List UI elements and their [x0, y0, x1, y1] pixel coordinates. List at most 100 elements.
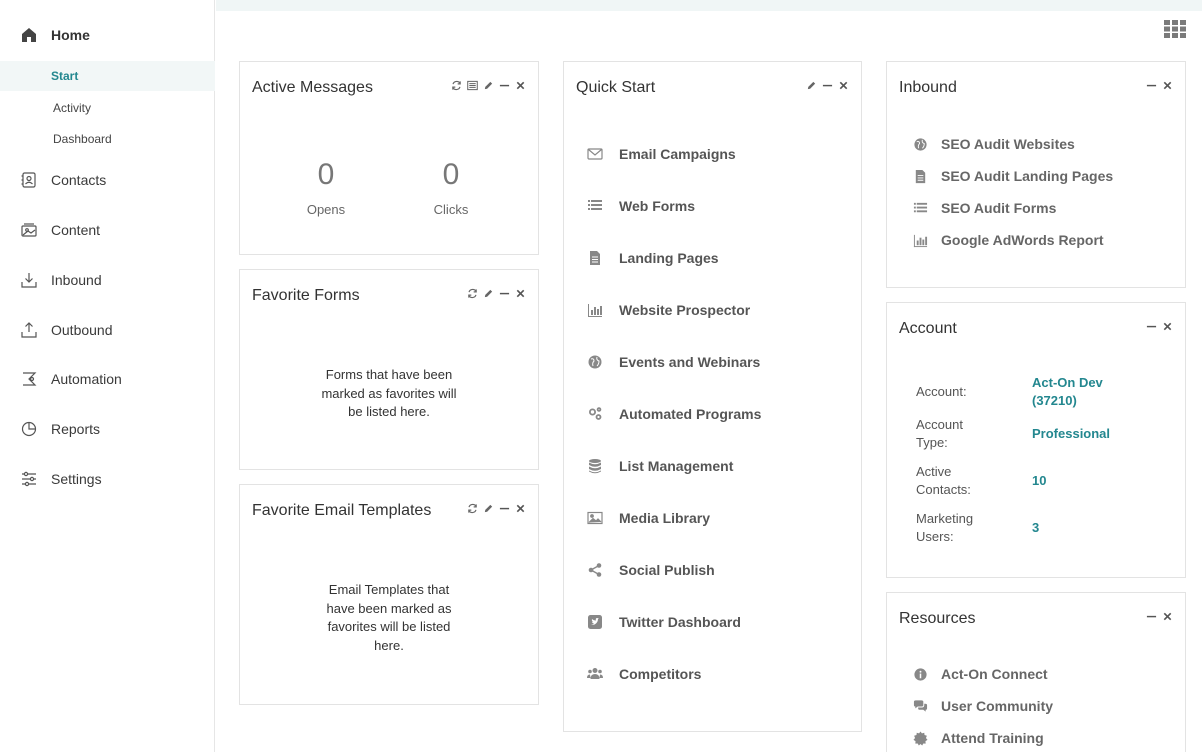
sidebar-item-reports[interactable]: Reports: [0, 414, 215, 444]
sidebar-item-label: Automation: [51, 371, 122, 387]
quick-start-twitter-dashboard[interactable]: Twitter Dashboard: [586, 612, 741, 632]
quick-start-social-publish[interactable]: Social Publish: [586, 560, 715, 580]
quick-start-label: List Management: [619, 458, 734, 474]
sidebar-item-settings[interactable]: Settings: [0, 464, 215, 494]
sidebar-item-outbound[interactable]: Outbound: [0, 315, 215, 345]
clicks-stat: 0 Clicks: [391, 158, 511, 217]
close-icon[interactable]: [1161, 79, 1173, 91]
marketing-users-value[interactable]: 3: [1032, 519, 1039, 537]
close-icon[interactable]: [1161, 610, 1173, 622]
quick-start-website-prospector[interactable]: Website Prospector: [586, 300, 750, 320]
minimize-icon[interactable]: [821, 79, 833, 91]
sidebar-subitem-activity[interactable]: Activity: [0, 93, 215, 123]
sidebar-subitem-label: Dashboard: [53, 132, 112, 146]
card-tools: [466, 287, 526, 299]
quick-start-list-management[interactable]: List Management: [586, 456, 733, 476]
active-messages-card: Active Messages 0 Opens 0 Clicks: [239, 61, 539, 255]
info-icon: [912, 666, 928, 682]
close-icon[interactable]: [514, 79, 526, 91]
label-line: Marketing: [916, 511, 974, 526]
inbound-link-label: SEO Audit Forms: [941, 200, 1057, 216]
account-card: Account Account: Act-On Dev (37210) Acco…: [886, 302, 1186, 578]
sliders-icon: [20, 470, 38, 488]
minimize-icon[interactable]: [498, 287, 510, 299]
resources-card: Resources Act-On Connect User Community …: [886, 592, 1186, 752]
close-icon[interactable]: [1161, 320, 1173, 332]
globe-icon: [586, 353, 604, 371]
close-icon[interactable]: [514, 502, 526, 514]
inbound-seo-audit-landing-pages[interactable]: SEO Audit Landing Pages: [912, 166, 1113, 186]
refresh-icon[interactable]: [450, 79, 462, 91]
close-icon[interactable]: [837, 79, 849, 91]
inbound-card: Inbound SEO Audit Websites SEO Audit Lan…: [886, 61, 1186, 288]
sidebar-item-content[interactable]: Content: [0, 215, 215, 245]
minimize-icon[interactable]: [498, 502, 510, 514]
edit-icon[interactable]: [805, 79, 817, 91]
card-title: Account: [899, 320, 957, 337]
resources-link-label: Act-On Connect: [941, 666, 1048, 682]
opens-stat: 0 Opens: [266, 158, 386, 217]
edit-icon[interactable]: [482, 502, 494, 514]
sidebar: Home Start Activity Dashboard Contacts C…: [0, 0, 215, 752]
resources-user-community[interactable]: User Community: [912, 696, 1053, 716]
refresh-icon[interactable]: [466, 287, 478, 299]
gears-icon: [586, 405, 604, 423]
pie-chart-icon: [20, 420, 38, 438]
account-value[interactable]: Act-On Dev (37210): [1032, 374, 1103, 410]
clicks-label: Clicks: [433, 202, 469, 217]
minimize-icon[interactable]: [498, 79, 510, 91]
quick-start-label: Events and Webinars: [619, 354, 761, 370]
inbound-seo-audit-forms[interactable]: SEO Audit Forms: [912, 198, 1056, 218]
badge-icon: [912, 730, 928, 746]
edit-icon[interactable]: [482, 287, 494, 299]
sidebar-item-label: Reports: [51, 421, 101, 437]
grid-layout-icon[interactable]: [1164, 20, 1186, 38]
quick-start-automated-programs[interactable]: Automated Programs: [586, 404, 761, 424]
globe-icon: [912, 136, 928, 152]
empty-message-line: here.: [374, 637, 404, 653]
minimize-icon[interactable]: [1145, 320, 1157, 332]
bar-chart-icon: [912, 232, 928, 248]
minimize-icon[interactable]: [1145, 610, 1157, 622]
resources-link-label: User Community: [941, 698, 1054, 714]
minimize-icon[interactable]: [1145, 79, 1157, 91]
sidebar-item-label: Inbound: [51, 272, 102, 288]
card-tools: [805, 79, 849, 91]
quick-start-email-campaigns[interactable]: Email Campaigns: [586, 144, 736, 164]
quick-start-label: Web Forms: [619, 198, 695, 214]
edit-icon[interactable]: [482, 79, 494, 91]
card-tools: [1145, 610, 1173, 622]
quick-start-web-forms[interactable]: Web Forms: [586, 196, 695, 216]
sidebar-item-inbound[interactable]: Inbound: [0, 265, 215, 295]
inbound-google-adwords-report[interactable]: Google AdWords Report: [912, 230, 1104, 250]
sidebar-subitem-start[interactable]: Start: [0, 61, 215, 91]
account-type-value: Professional: [1032, 426, 1111, 441]
inbound-link-label: Google AdWords Report: [941, 232, 1104, 248]
sidebar-subitem-dashboard[interactable]: Dashboard: [0, 124, 215, 154]
refresh-icon[interactable]: [466, 502, 478, 514]
automation-icon: [20, 370, 38, 388]
marketing-users-label: Marketing Users:: [916, 510, 973, 546]
account-value-line: Act-On Dev: [1032, 375, 1103, 390]
sidebar-item-home[interactable]: Home: [0, 20, 215, 50]
sidebar-subitem-label: Activity: [53, 101, 92, 115]
empty-message: Email Templates that have been marked as…: [240, 581, 538, 655]
resources-attend-training[interactable]: Attend Training: [912, 728, 1044, 748]
favorite-forms-card: Favorite Forms Forms that have been mark…: [239, 269, 539, 470]
list-view-icon[interactable]: [466, 79, 478, 91]
quick-start-events-and-webinars[interactable]: Events and Webinars: [586, 352, 760, 372]
quick-start-media-library[interactable]: Media Library: [586, 508, 710, 528]
quick-start-landing-pages[interactable]: Landing Pages: [586, 248, 719, 268]
inbound-link-label: SEO Audit Websites: [941, 136, 1075, 152]
inbound-seo-audit-websites[interactable]: SEO Audit Websites: [912, 134, 1075, 154]
close-icon[interactable]: [514, 287, 526, 299]
resources-act-on-connect[interactable]: Act-On Connect: [912, 664, 1048, 684]
document-icon: [912, 168, 928, 184]
sidebar-item-automation[interactable]: Automation: [0, 364, 215, 394]
quick-start-competitors[interactable]: Competitors: [586, 664, 701, 684]
image-icon: [586, 509, 604, 527]
active-contacts-value[interactable]: 10: [1032, 472, 1046, 490]
sidebar-item-contacts[interactable]: Contacts: [0, 165, 215, 195]
label-line: Type:: [916, 435, 948, 450]
account-type-label: Account Type:: [916, 416, 963, 452]
